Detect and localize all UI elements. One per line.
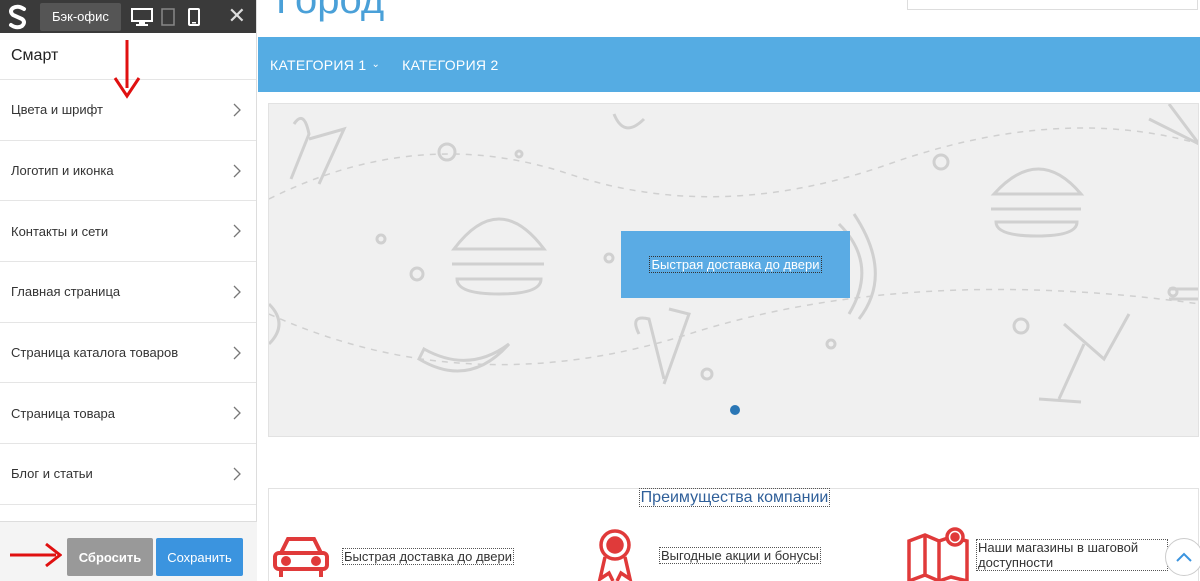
chevron-up-icon: [1176, 552, 1192, 562]
banner-caption-box[interactable]: Быстрая доставка до двери: [621, 231, 850, 298]
close-icon[interactable]: ✕: [228, 3, 246, 29]
menu-item-home-page[interactable]: Главная страница: [0, 262, 256, 323]
chevron-right-icon: [233, 103, 241, 117]
category-navbar: КАТЕГОРИЯ 1 ⌄ КАТЕГОРИЯ 2: [258, 37, 1200, 92]
menu-item-contacts[interactable]: Контакты и сети: [0, 201, 256, 263]
search-input[interactable]: [907, 0, 1198, 10]
chevron-right-icon: [233, 224, 241, 238]
menu-item-label: Цвета и шрифт: [11, 102, 103, 118]
menu-item-label: Контакты и сети: [11, 223, 109, 239]
menu-item-label: Логотип и иконка: [11, 163, 114, 179]
menu-item-label: Страница товара: [11, 405, 116, 421]
chevron-right-icon: [233, 164, 241, 177]
reset-button[interactable]: Сбросить: [67, 538, 153, 576]
logo-icon[interactable]: [0, 0, 36, 33]
feature-item: Выгодные акции и бонусы: [595, 527, 821, 581]
menu-item-catalog-page[interactable]: Страница каталога товаров: [0, 323, 256, 384]
menu-item-product-page[interactable]: Страница товара: [0, 383, 256, 445]
desktop-view-icon[interactable]: [130, 0, 153, 33]
backoffice-button[interactable]: Бэк-офис: [40, 2, 121, 31]
feature-item: Быстрая доставка до двери: [271, 531, 515, 581]
car-icon: [273, 537, 329, 577]
feature-label: Выгодные акции и бонусы: [659, 546, 821, 564]
chevron-right-icon: [233, 467, 241, 481]
hero-banner[interactable]: Быстрая доставка до двери: [268, 103, 1199, 437]
chevron-down-icon: ⌄: [371, 59, 381, 70]
scroll-to-top-button[interactable]: [1165, 538, 1200, 576]
menu-item-blog[interactable]: Блог и статьи: [0, 444, 256, 505]
nav-category-2[interactable]: КАТЕГОРИЯ 2: [402, 57, 498, 73]
chevron-right-icon: [233, 406, 241, 420]
nav-category-label: КАТЕГОРИЯ 1: [270, 56, 367, 73]
advantages-section: Преимущества компании Быстрая доставка д…: [268, 488, 1199, 581]
nav-category-1[interactable]: КАТЕГОРИЯ 1 ⌄: [270, 57, 380, 73]
chevron-right-icon: [233, 285, 241, 299]
annotation-arrow-down-icon: [113, 40, 141, 99]
menu-item-label: Главная страница: [11, 284, 121, 300]
site-preview: Город КАТЕГОРИЯ 1 ⌄ КАТЕГОРИЯ 2 Быстрая …: [258, 0, 1200, 581]
menu-item-logo-icon[interactable]: Логотип и иконка: [0, 141, 256, 202]
menu-item-label: Блог и статьи: [11, 466, 93, 482]
site-title[interactable]: Город: [276, 0, 384, 23]
advantages-title: Преимущества компании: [638, 488, 831, 507]
map-icon: [907, 527, 969, 581]
annotation-arrow-right-icon: [10, 542, 62, 568]
nav-category-label: КАТЕГОРИЯ 2: [402, 56, 499, 73]
award-icon: [597, 529, 633, 581]
editor-topbar: Бэк-офис ✕: [0, 0, 256, 33]
tablet-view-icon[interactable]: [157, 0, 179, 33]
save-button[interactable]: Сохранить: [156, 538, 243, 576]
feature-label: Быстрая доставка до двери: [341, 547, 515, 565]
banner-caption: Быстрая доставка до двери: [649, 256, 822, 273]
slider-dot-active[interactable]: [730, 405, 740, 415]
editor-panel: Бэк-офис ✕ Смарт Цвета и шрифт Логотип и…: [0, 0, 257, 581]
feature-label: Наши магазины в шаговой доступности: [976, 539, 1168, 571]
chevron-right-icon: [233, 346, 241, 360]
feature-item: Наши магазины в шаговой доступности: [907, 527, 1197, 581]
menu-item-label: Страница каталога товаров: [11, 345, 179, 361]
mobile-view-icon[interactable]: [183, 0, 205, 33]
